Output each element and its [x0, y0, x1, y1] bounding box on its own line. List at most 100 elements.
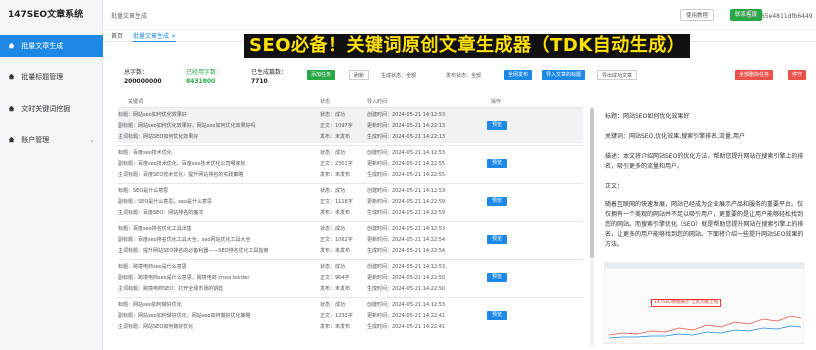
- row-subtitle: 副标题：百度seo技术优化，百度seo技术优化公司哪家好: [118, 161, 246, 167]
- table-row[interactable]: 标题：SEO是什么意思 副标题：SEO是什么意思，seo是什么意思 主词标题：百…: [118, 183, 583, 219]
- row-word-count: 正文：2301字: [320, 161, 353, 167]
- batch-publish-button[interactable]: 全网发布: [504, 70, 533, 80]
- row-updated: 更新时间：2024-05-21 14:22:59: [367, 199, 446, 205]
- sidebar-item-label: 账户管理: [21, 136, 50, 144]
- row-updated: 更新时间：2024-05-21 14:22:41: [367, 313, 446, 319]
- image-chart: [609, 315, 801, 339]
- row-generated: 生成时间：2024-05-21 14:22:55: [367, 172, 446, 178]
- table-row[interactable]: 标题：网站seo如何做好优化 副标题：网站seo如何做好优化，网站seo如何做好…: [118, 297, 583, 333]
- row-word-count: 正文：1097字: [320, 123, 353, 129]
- pub-status-select[interactable]: 发布状态：全部: [446, 72, 481, 79]
- sidebar-item-batch-articles[interactable]: 批量文章生成: [0, 35, 103, 57]
- row-title: 标题：网站seo如何优化效果好: [118, 112, 187, 118]
- tab-batch-articles[interactable]: 批量文章生成 ×: [133, 31, 176, 42]
- row-created: 创建时间：2024-05-21 14:12:53: [367, 302, 446, 308]
- page-title: 批量文章生成: [111, 13, 148, 20]
- row-publish-status: 发布：未发布: [320, 324, 351, 330]
- row-status: 状态：成功: [320, 264, 346, 270]
- sidebar: 147SEO文章系统 批量文章生成 批量标题管理 文时关键词挖掘 账户管理 ⌄: [0, 0, 103, 350]
- sidebar-item-label: 文时关键词挖掘: [21, 105, 71, 113]
- sidebar-item-label: 批量文章生成: [21, 42, 64, 50]
- user-id[interactable]: 65e4811dfb6449: [756, 11, 816, 23]
- row-word-count: 正文：1118字: [320, 199, 353, 205]
- preview-keywords: 关键词：网站SEO,优化效果,搜索引擎排名,流量,用户: [605, 133, 745, 140]
- row-publish-status: 发布：未发布: [320, 248, 351, 254]
- stop-button[interactable]: 停守: [788, 70, 807, 80]
- row-word-count: 正文：1233字: [320, 313, 353, 319]
- row-created: 创建时间：2024-05-21 14:12:53: [367, 226, 446, 232]
- row-title: 标题：SEO是什么意思: [118, 188, 169, 194]
- preview-body-label: 正文：: [605, 183, 624, 190]
- row-subtitle: 副标题：SEO是什么意思，seo是什么意思: [118, 199, 213, 205]
- stat-value: 200000000: [124, 78, 162, 85]
- home-icon: [8, 42, 15, 49]
- stat-label: 总字数：: [124, 69, 149, 76]
- refresh-button[interactable]: 刷新: [349, 70, 370, 80]
- preview-button[interactable]: 预览: [487, 121, 507, 130]
- preview-image: 147SEO数据展示 全新功能上线: [604, 262, 805, 344]
- add-task-button[interactable]: 添加任务: [307, 70, 336, 80]
- stat-total-words: 总字数： 200000000: [124, 67, 162, 85]
- row-title: 标题：百度seo技术优化: [118, 150, 172, 156]
- row-created: 创建时间：2024-05-21 14:12:53: [367, 188, 446, 194]
- preview-button[interactable]: 预览: [487, 311, 507, 320]
- sidebar-item-title-manage[interactable]: 批量标题管理: [0, 66, 103, 88]
- import-titles-button[interactable]: 导入文章的标题: [542, 70, 586, 80]
- row-status: 状态：成功: [320, 226, 346, 232]
- stat-generated: 已生成篇数： 7710: [251, 67, 287, 85]
- row-publish-status: 发布：未发布: [320, 210, 351, 216]
- row-publish-status: 发布：未发布: [320, 134, 351, 140]
- row-title: 标题：跨境电商seo是什么意思: [118, 264, 187, 270]
- row-main-title: 主词标题：网站SEO如何优化效果好: [118, 134, 199, 140]
- home-icon: [8, 73, 15, 80]
- row-status: 状态：成功: [320, 112, 346, 118]
- col-operation: 操作: [491, 99, 502, 105]
- row-main-title: 主词标题：跨境电商SEO：打开全球市场的钥匙: [118, 286, 224, 292]
- row-subtitle: 副标题：网站seo如何做好优化，网站seo如何做好优化策略: [118, 313, 251, 319]
- col-import-time: 导入时间: [367, 99, 388, 105]
- app-logo: 147SEO文章系统: [8, 10, 84, 20]
- export-button[interactable]: 导出成功文章: [597, 70, 638, 80]
- row-created: 创建时间：2024-05-21 14:12:53: [367, 150, 446, 156]
- home-icon: [8, 105, 15, 112]
- stat-label: 已生成篇数：: [251, 69, 288, 76]
- stat-used-words: 已经用字数： 8431800: [186, 67, 222, 85]
- sidebar-item-keyword-mining[interactable]: 文时关键词挖掘: [0, 98, 103, 120]
- row-created: 创建时间：2024-05-21 14:12:53: [367, 112, 446, 118]
- preview-description: 描述：本文将介绍网站SEO的优化方法，帮助您提升网站在搜索引擎上的排名，吸引更多…: [605, 153, 804, 170]
- row-subtitle: 副标题：跨境电商seo是什么意思，跨境电商 cross border: [118, 275, 250, 281]
- row-subtitle: 副标题：网站seo如何优化效果好，网站seo如何优化效果好吗: [118, 123, 256, 129]
- preview-button[interactable]: 预览: [487, 273, 507, 282]
- row-status: 状态：成功: [320, 302, 346, 308]
- table-row[interactable]: 标题：百度seo技术优化 副标题：百度seo技术优化，百度seo技术优化公司哪家…: [118, 145, 583, 181]
- delete-all-button[interactable]: 全部删除任务: [735, 70, 774, 80]
- stat-value: 8431800: [186, 78, 216, 85]
- preview-paragraph: 随着互联网的快速发展，网站已经成为企业展示产品和服务的重要平台。仅仅拥有一个美观…: [605, 201, 804, 248]
- table-row[interactable]: 标题：网站seo如何优化效果好 副标题：网站seo如何优化效果好，网站seo如何…: [118, 107, 583, 143]
- col-keyword: 关键词: [128, 99, 144, 105]
- row-main-title: 主词标题：百度SEO技术优化：提升网站排名的实践策略: [118, 172, 244, 178]
- top-bar: 批量文章生成 使用教程 联系客服 65e4811dfb6449: [103, 0, 816, 30]
- image-tag: 147SEO数据展示 全新功能上线: [651, 299, 722, 307]
- row-updated: 更新时间：2024-05-21 14:22:55: [367, 161, 446, 167]
- col-status: 状态: [320, 99, 331, 105]
- row-word-count: 正文：1062字: [320, 237, 353, 243]
- gen-status-select[interactable]: 生成状态：全部: [381, 72, 416, 79]
- row-publish-status: 发布：未发布: [320, 172, 351, 178]
- row-main-title: 主词标题：百度SEO：网站排名的魔法: [118, 210, 204, 216]
- row-word-count: 正文：964字: [320, 275, 350, 281]
- row-main-title: 主词标题：提升网站SEO排名的必备利器——SEO排名优化工具指南: [118, 248, 269, 254]
- preview-button[interactable]: 预览: [487, 235, 507, 244]
- preview-button[interactable]: 预览: [487, 159, 507, 168]
- sidebar-item-account[interactable]: 账户管理 ⌄: [0, 129, 103, 151]
- scrollbar-thumb[interactable]: [590, 108, 594, 258]
- help-button[interactable]: 使用教程: [680, 9, 715, 21]
- row-publish-status: 发布：未发布: [320, 286, 351, 292]
- table-row[interactable]: 标题：跨境电商seo是什么意思 副标题：跨境电商seo是什么意思，跨境电商 cr…: [118, 259, 583, 295]
- tab-home[interactable]: 首页: [111, 31, 123, 42]
- row-title: 标题：网站seo如何做好优化: [118, 302, 182, 308]
- preview-button[interactable]: 预览: [487, 197, 507, 206]
- preview-title: 标题：网站SEO如何优化效果好: [605, 113, 690, 120]
- row-updated: 更新时间：2024-05-21 14:22:13: [367, 123, 446, 129]
- table-row[interactable]: 标题：百度seo排名优化工具出售 副标题：百度seo排名优化工具大全，seo网站…: [118, 221, 583, 257]
